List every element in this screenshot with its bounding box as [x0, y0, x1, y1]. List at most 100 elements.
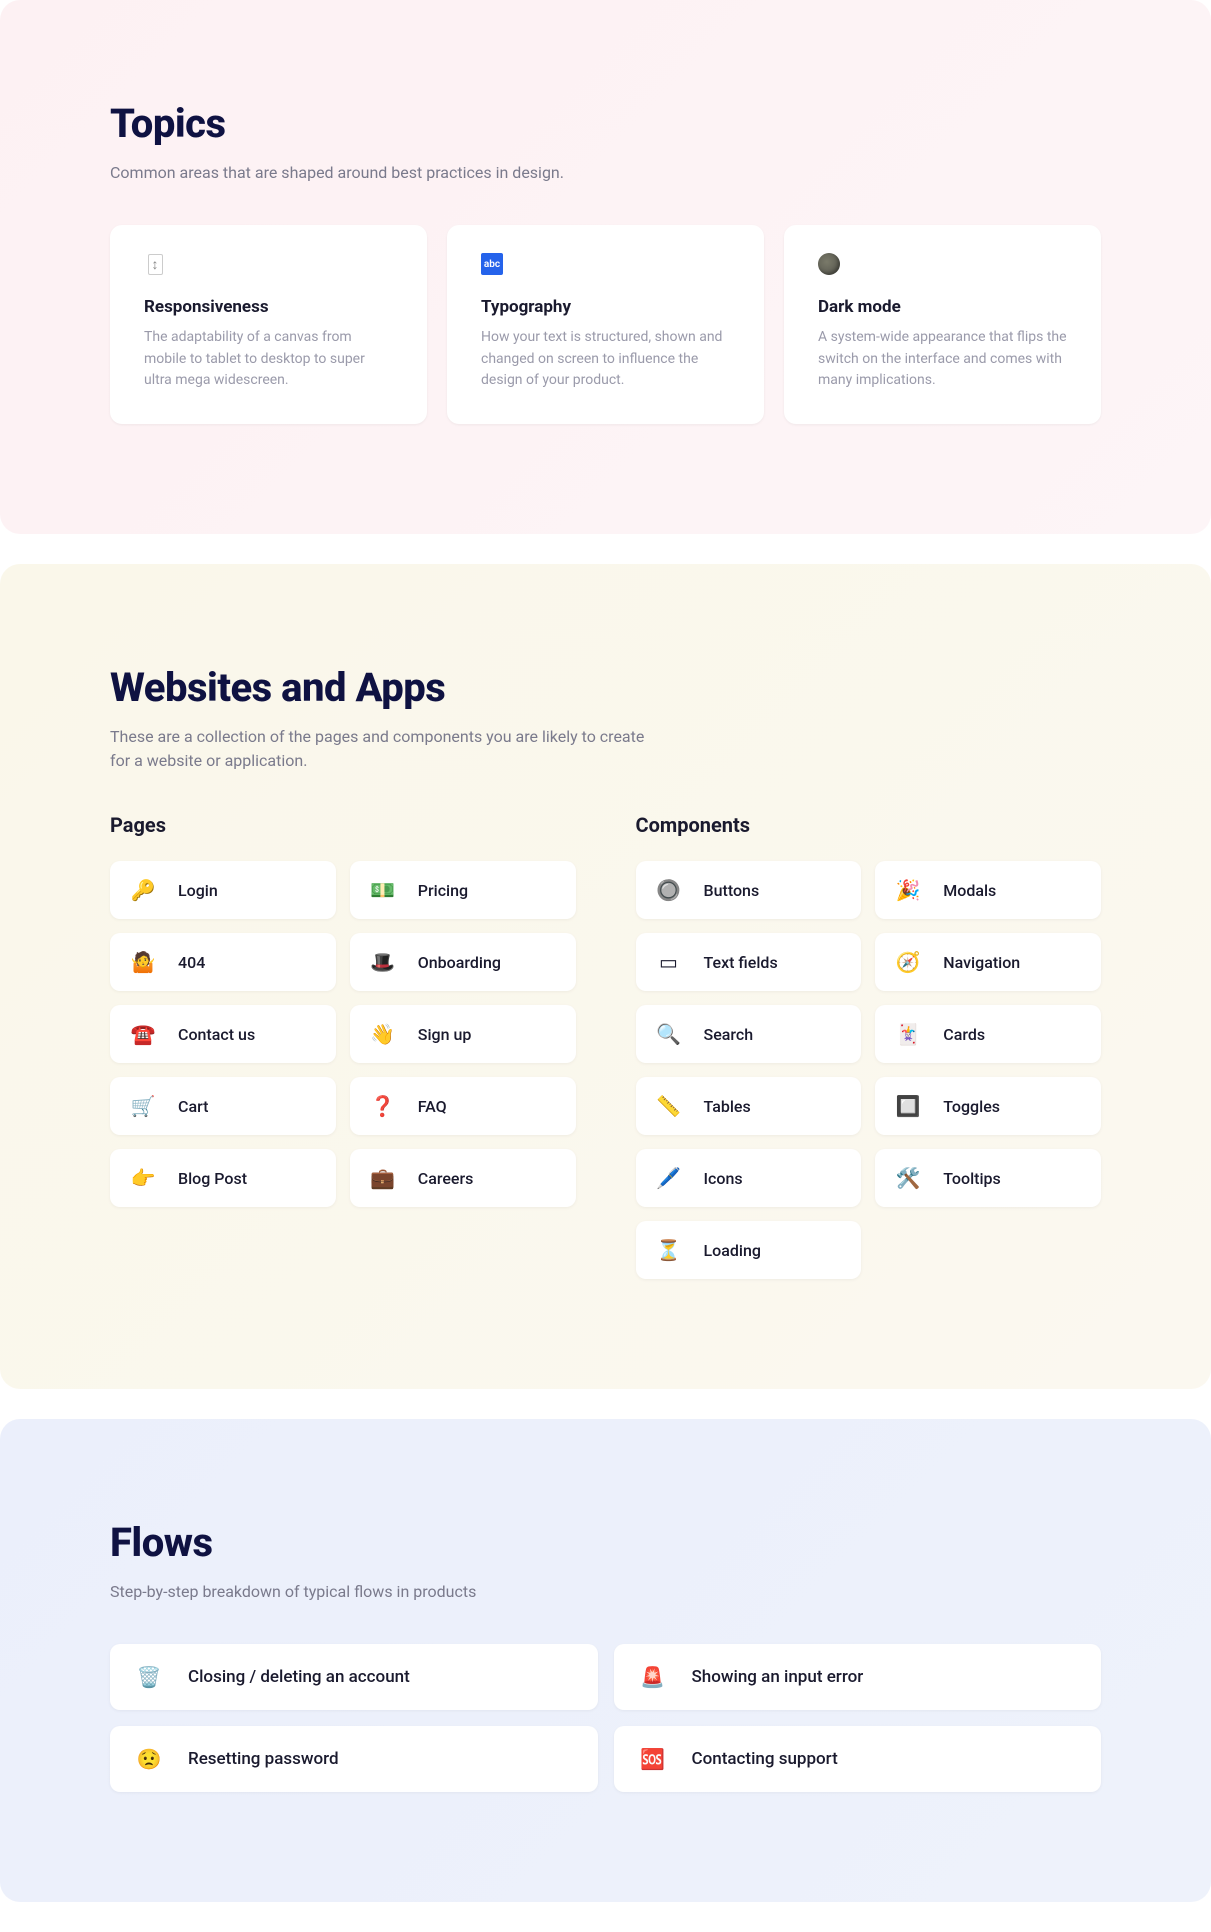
websites-section: Websites and Apps These are a collection…	[0, 564, 1211, 1389]
tile-label: FAQ	[418, 1097, 447, 1116]
list-tile[interactable]: ☎️ Contact us	[110, 1005, 336, 1063]
tile-label: Blog Post	[178, 1169, 247, 1188]
point-icon: 👉	[132, 1167, 154, 1189]
search-icon: 🔍	[658, 1023, 680, 1045]
pen-icon: 🖊️	[658, 1167, 680, 1189]
list-tile[interactable]: 🔑 Login	[110, 861, 336, 919]
money-icon: 💵	[372, 879, 394, 901]
list-tile[interactable]: 💵 Pricing	[350, 861, 576, 919]
tools-icon: 🛠️	[897, 1167, 919, 1189]
tile-label: Navigation	[943, 953, 1020, 972]
list-tile[interactable]: 🖊️ Icons	[636, 1149, 862, 1207]
tile-label: Careers	[418, 1169, 474, 1188]
tile-label: Loading	[704, 1241, 761, 1260]
topics-subtitle: Common areas that are shaped around best…	[110, 161, 660, 185]
list-tile[interactable]: ❓ FAQ	[350, 1077, 576, 1135]
topics-title: Topics	[110, 100, 1101, 147]
tile-label: Toggles	[943, 1097, 1000, 1116]
list-tile[interactable]: 👋 Sign up	[350, 1005, 576, 1063]
shrug-icon: 🤷	[132, 951, 154, 973]
list-tile[interactable]: ⏳ Loading	[636, 1221, 862, 1279]
list-tile[interactable]: 💼 Careers	[350, 1149, 576, 1207]
flow-label: Showing an input error	[692, 1667, 864, 1687]
button-icon: 🔘	[658, 879, 680, 901]
topics-section: Topics Common areas that are shaped arou…	[0, 0, 1211, 534]
topics-cards-grid: ↕ Responsiveness The adaptability of a c…	[110, 225, 1101, 424]
pages-title: Pages	[110, 813, 576, 837]
components-grid: 🔘 Buttons 🎉 Modals ▭ Text fields 🧭 Navig…	[636, 861, 1102, 1279]
sos-icon: 🆘	[642, 1748, 664, 1770]
topic-card[interactable]: abc Typography How your text is structur…	[447, 225, 764, 424]
list-tile[interactable]: 🛠️ Tooltips	[875, 1149, 1101, 1207]
list-tile[interactable]: ▭ Text fields	[636, 933, 862, 991]
flow-label: Contacting support	[692, 1749, 838, 1769]
tile-label: Text fields	[704, 953, 778, 972]
cart-icon: 🛒	[132, 1095, 154, 1117]
list-tile[interactable]: 🎩 Onboarding	[350, 933, 576, 991]
phone-icon: ☎️	[132, 1023, 154, 1045]
list-tile[interactable]: 🤷 404	[110, 933, 336, 991]
flow-tile[interactable]: 🆘 Contacting support	[614, 1726, 1102, 1792]
topic-card-desc: How your text is structured, shown and c…	[481, 327, 730, 392]
moon-icon	[818, 253, 840, 275]
tophat-icon: 🎩	[372, 951, 394, 973]
tile-label: Icons	[704, 1169, 743, 1188]
topic-card-title: Typography	[481, 297, 730, 317]
tile-label: Login	[178, 881, 218, 900]
wave-icon: 👋	[372, 1023, 394, 1045]
toggle-icon: 🔲	[897, 1095, 919, 1117]
tile-label: Cards	[943, 1025, 985, 1044]
flow-label: Closing / deleting an account	[188, 1667, 410, 1687]
flow-tile[interactable]: 🗑️ Closing / deleting an account	[110, 1644, 598, 1710]
compass-icon: 🧭	[897, 951, 919, 973]
list-tile[interactable]: 🔍 Search	[636, 1005, 862, 1063]
flow-tile[interactable]: 🚨 Showing an input error	[614, 1644, 1102, 1710]
trash-icon: 🗑️	[138, 1666, 160, 1688]
flow-tile[interactable]: 😟 Resetting password	[110, 1726, 598, 1792]
topic-card-desc: The adaptability of a canvas from mobile…	[144, 327, 393, 392]
websites-subtitle: These are a collection of the pages and …	[110, 725, 660, 773]
flows-title: Flows	[110, 1519, 1101, 1566]
components-subsection: Components 🔘 Buttons 🎉 Modals ▭ Text fie…	[636, 813, 1102, 1279]
topic-card-desc: A system-wide appearance that flips the …	[818, 327, 1067, 392]
websites-title: Websites and Apps	[110, 664, 1101, 711]
alert-icon: 🚨	[642, 1666, 664, 1688]
tile-label: Cart	[178, 1097, 208, 1116]
topic-card[interactable]: ↕ Responsiveness The adaptability of a c…	[110, 225, 427, 424]
card-icon: 🃏	[897, 1023, 919, 1045]
list-tile[interactable]: 🛒 Cart	[110, 1077, 336, 1135]
tile-label: Search	[704, 1025, 754, 1044]
list-tile[interactable]: 🔲 Toggles	[875, 1077, 1101, 1135]
list-tile[interactable]: 🃏 Cards	[875, 1005, 1101, 1063]
list-tile[interactable]: 🧭 Navigation	[875, 933, 1101, 991]
list-tile[interactable]: 📏 Tables	[636, 1077, 862, 1135]
tile-label: Tables	[704, 1097, 751, 1116]
pages-grid: 🔑 Login 💵 Pricing 🤷 404 🎩 Onboarding ☎️ …	[110, 861, 576, 1207]
tile-label: Pricing	[418, 881, 468, 900]
tile-label: Tooltips	[943, 1169, 1001, 1188]
hourglass-icon: ⏳	[658, 1239, 680, 1261]
topic-card[interactable]: Dark mode A system-wide appearance that …	[784, 225, 1101, 424]
flows-grid: 🗑️ Closing / deleting an account 🚨 Showi…	[110, 1644, 1101, 1792]
list-tile[interactable]: 🔘 Buttons	[636, 861, 862, 919]
topic-card-title: Dark mode	[818, 297, 1067, 317]
key-icon: 🔑	[132, 879, 154, 901]
briefcase-icon: 💼	[372, 1167, 394, 1189]
pages-subsection: Pages 🔑 Login 💵 Pricing 🤷 404 🎩 Onboardi…	[110, 813, 576, 1279]
question-icon: ❓	[372, 1095, 394, 1117]
ruler-icon: 📏	[658, 1095, 680, 1117]
tile-label: 404	[178, 953, 205, 972]
tile-label: Buttons	[704, 881, 760, 900]
list-tile[interactable]: 👉 Blog Post	[110, 1149, 336, 1207]
party-icon: 🎉	[897, 879, 919, 901]
components-title: Components	[636, 813, 1102, 837]
tile-label: Onboarding	[418, 953, 501, 972]
list-tile[interactable]: 🎉 Modals	[875, 861, 1101, 919]
resize-icon: ↕	[144, 253, 166, 275]
topic-card-title: Responsiveness	[144, 297, 393, 317]
flows-section: Flows Step-by-step breakdown of typical …	[0, 1419, 1211, 1902]
flows-subtitle: Step-by-step breakdown of typical flows …	[110, 1580, 660, 1604]
abc-icon: abc	[481, 253, 503, 275]
tile-label: Contact us	[178, 1025, 255, 1044]
flow-label: Resetting password	[188, 1749, 339, 1769]
